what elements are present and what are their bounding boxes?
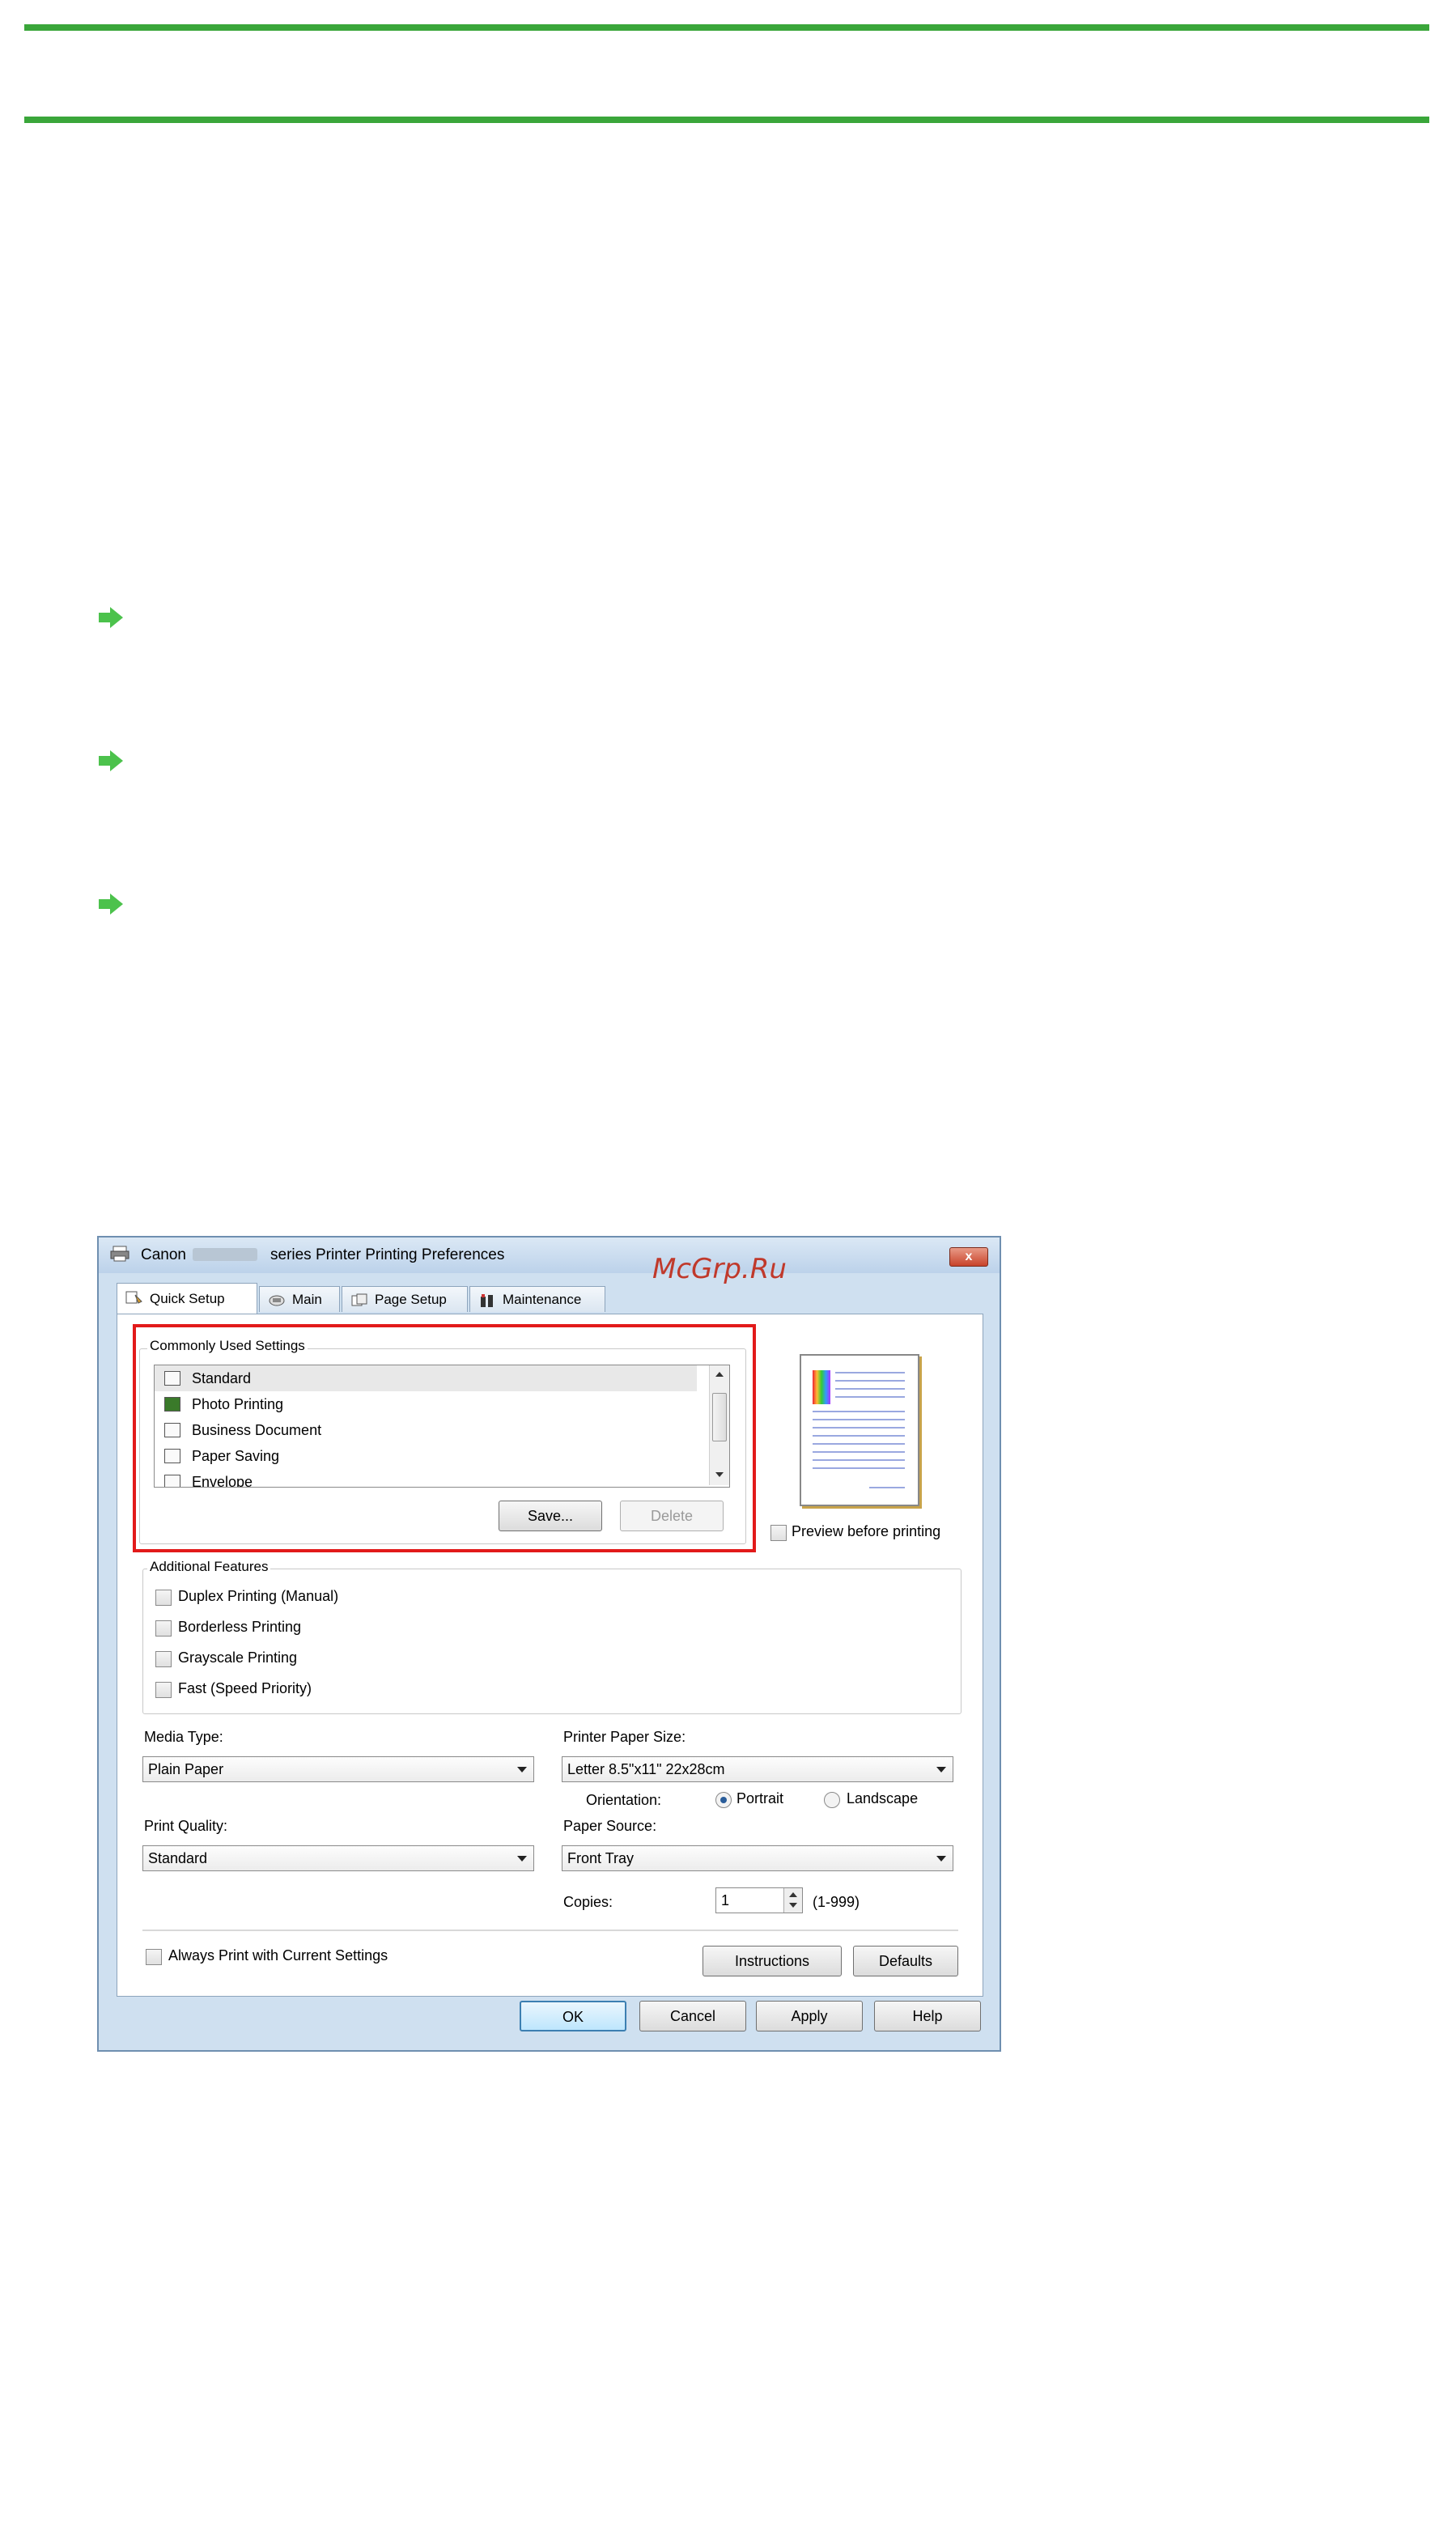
duplex-printing-checkbox[interactable] (155, 1590, 172, 1606)
preview-before-printing-label: Preview before printing (792, 1523, 941, 1539)
portrait-radio[interactable] (715, 1792, 732, 1808)
grayscale-printing-label: Grayscale Printing (178, 1649, 298, 1666)
printer-paper-size-select[interactable]: Letter 8.5"x11" 22x28cm (562, 1756, 953, 1782)
chevron-down-icon (517, 1856, 527, 1862)
printer-paper-size-label: Printer Paper Size: (563, 1729, 686, 1745)
redacted-model-name (193, 1248, 257, 1261)
tab-main[interactable]: Main (259, 1286, 340, 1312)
landscape-label: Landscape (847, 1790, 919, 1806)
maintenance-icon (481, 1294, 493, 1307)
tab-page-setup[interactable]: Page Setup (342, 1286, 468, 1312)
header-bottom-rule (24, 117, 1429, 123)
arrow-bullet-icon (99, 605, 125, 628)
close-button[interactable]: x (949, 1247, 988, 1267)
grayscale-printing-checkbox[interactable] (155, 1651, 172, 1667)
arrow-bullet-icon (99, 892, 125, 915)
apply-button[interactable]: Apply (756, 2001, 863, 2031)
print-quality-label: Print Quality: (144, 1818, 228, 1834)
window-title-suffix: series Printer Printing Preferences (270, 1246, 505, 1263)
quick-setup-icon (125, 1291, 142, 1304)
preview-image (813, 1370, 830, 1404)
paper-source-label: Paper Source: (563, 1818, 657, 1834)
borderless-printing-checkbox[interactable] (155, 1620, 172, 1637)
tab-label: Page Setup (375, 1292, 447, 1307)
print-preview-thumbnail (800, 1354, 919, 1506)
portrait-label: Portrait (736, 1790, 784, 1806)
borderless-printing-label: Borderless Printing (178, 1619, 302, 1635)
help-button[interactable]: Help (874, 2001, 981, 2031)
ok-button[interactable]: OK (520, 2001, 626, 2031)
instructions-button[interactable]: Instructions (703, 1946, 842, 1976)
copies-input[interactable]: 1 (715, 1887, 803, 1913)
copies-stepper[interactable] (783, 1888, 802, 1913)
orientation-label: Orientation: (586, 1792, 662, 1808)
tab-label: Maintenance (503, 1292, 582, 1307)
chevron-down-icon (936, 1856, 946, 1862)
defaults-button[interactable]: Defaults (853, 1946, 958, 1976)
page-setup-icon (351, 1293, 367, 1306)
tab-label: Main (292, 1292, 322, 1307)
fast-speed-priority-label: Fast (Speed Priority) (178, 1680, 312, 1696)
chevron-down-icon (517, 1767, 527, 1772)
always-print-checkbox[interactable] (146, 1949, 162, 1965)
copies-label: Copies: (563, 1894, 613, 1910)
top-rule (24, 24, 1429, 31)
tab-quick-setup[interactable]: Quick Setup (117, 1283, 257, 1314)
landscape-radio[interactable] (824, 1792, 840, 1808)
cancel-button[interactable]: Cancel (639, 2001, 746, 2031)
tab-label: Quick Setup (150, 1291, 225, 1306)
duplex-printing-label: Duplex Printing (Manual) (178, 1588, 339, 1604)
watermark: McGrp.Ru (652, 1253, 787, 1285)
title-bar: Canon series Printer Printing Preference… (99, 1238, 1000, 1273)
always-print-label: Always Print with Current Settings (168, 1947, 388, 1964)
divider (142, 1930, 958, 1931)
printer-icon (110, 1246, 129, 1262)
paper-source-select[interactable]: Front Tray (562, 1845, 953, 1871)
arrow-bullet-icon (99, 749, 125, 771)
tab-maintenance[interactable]: Maintenance (469, 1286, 605, 1312)
main-icon (269, 1295, 285, 1306)
copies-range: (1-999) (813, 1894, 860, 1910)
window-title-prefix: Canon (141, 1246, 186, 1263)
preview-before-printing-checkbox[interactable] (770, 1525, 787, 1541)
stepper-up-icon[interactable] (789, 1892, 797, 1897)
highlight-box (133, 1324, 756, 1552)
media-type-select[interactable]: Plain Paper (142, 1756, 534, 1782)
fast-speed-priority-checkbox[interactable] (155, 1682, 172, 1698)
chevron-down-icon (936, 1767, 946, 1772)
print-quality-select[interactable]: Standard (142, 1845, 534, 1871)
additional-features-label: Additional Features (147, 1559, 271, 1575)
stepper-down-icon[interactable] (789, 1903, 797, 1908)
media-type-label: Media Type: (144, 1729, 223, 1745)
